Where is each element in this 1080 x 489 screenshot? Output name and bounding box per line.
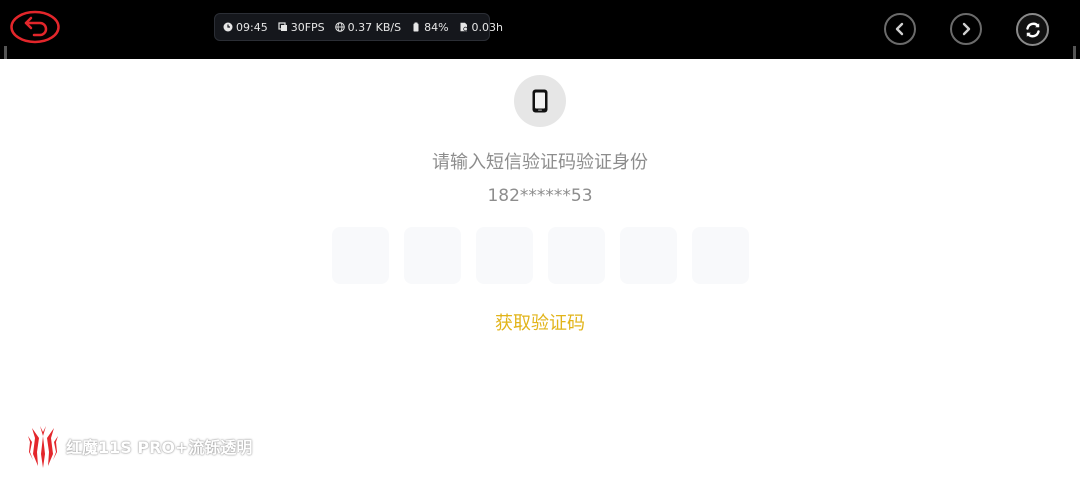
phone-avatar — [514, 75, 566, 127]
battery-stat: 84% — [411, 20, 449, 34]
code-input-3[interactable] — [476, 227, 533, 284]
code-input-2[interactable] — [404, 227, 461, 284]
next-button[interactable] — [950, 13, 982, 45]
back-arrow-icon — [10, 10, 60, 44]
phone-icon — [532, 89, 548, 113]
fps-stat: 30FPS — [278, 21, 325, 34]
previous-button[interactable] — [884, 13, 916, 45]
back-button[interactable] — [10, 10, 60, 44]
battery-value: 84% — [424, 20, 449, 34]
timer-file-icon — [460, 22, 468, 32]
clock-icon — [223, 22, 233, 32]
watermark: 红魔11S PRO+流铄透明 — [26, 424, 252, 468]
network-stat: 0.37 KB/S — [334, 20, 402, 34]
code-input-group — [332, 227, 749, 284]
battery-icon — [413, 22, 419, 32]
code-input-6[interactable] — [692, 227, 749, 284]
refresh-icon — [1025, 22, 1040, 37]
verify-title: 请输入短信验证码验证身份 — [432, 152, 648, 173]
refresh-button[interactable] — [1016, 13, 1049, 46]
right-edge-marker — [1073, 46, 1076, 59]
globe-icon — [334, 22, 345, 32]
network-value: 0.37 KB/S — [347, 20, 402, 34]
watermark-text: 红魔11S PRO+流铄透明 — [66, 438, 253, 457]
top-toolbar: 09:45 30FPS 0.37 KB/S 84% 0.03h — [0, 0, 1080, 59]
left-edge-marker — [4, 46, 7, 59]
performance-stats: 09:45 30FPS 0.37 KB/S 84% 0.03h — [214, 13, 503, 41]
chevron-left-icon — [895, 22, 904, 36]
time-value: 09:45 — [236, 20, 268, 34]
code-input-4[interactable] — [548, 227, 605, 284]
duration-value: 0.03h — [471, 20, 504, 34]
chevron-right-icon — [962, 22, 971, 36]
fps-value: 30FPS — [290, 20, 325, 34]
masked-phone-number: 182******53 — [487, 186, 593, 206]
get-code-link[interactable]: 获取验证码 — [0, 309, 1080, 335]
duration-stat: 0.03h — [459, 21, 503, 34]
layers-icon — [278, 22, 287, 31]
code-input-1[interactable] — [332, 227, 389, 284]
time-stat: 09:45 — [223, 21, 268, 34]
red-magic-logo-icon — [28, 426, 58, 468]
code-input-5[interactable] — [620, 227, 677, 284]
